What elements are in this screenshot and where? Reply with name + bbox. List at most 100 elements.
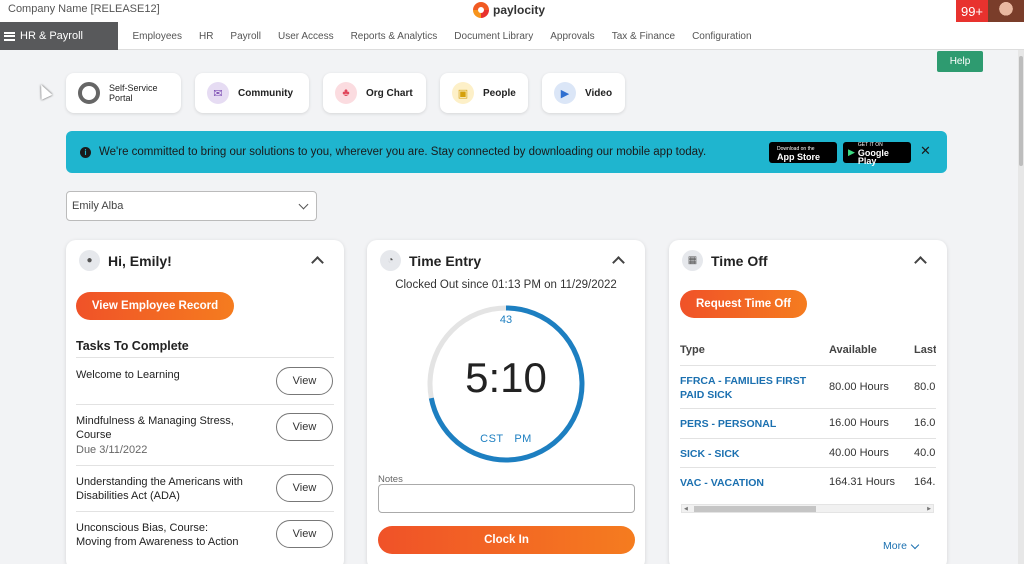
quick-link-video[interactable]: ▶ Video [542,73,625,113]
banner-message: We're committed to bring our solutions t… [99,146,707,158]
chevron-up-icon[interactable] [914,256,927,269]
card-header: ◔ Time Entry [380,250,481,271]
main-nav: HR & Payroll Employees HR Payroll User A… [0,22,1024,50]
chevron-up-icon[interactable] [612,256,625,269]
notifications-badge[interactable]: 99+ [956,0,988,22]
list-item: Understanding the Americans with Disabil… [76,465,334,511]
time-off-type-link[interactable]: VAC - VACATION [680,476,764,490]
nav-item-employees[interactable]: Employees [124,31,190,42]
google-play-label: Google Play [857,147,889,166]
column-header-available: Available [829,344,877,356]
view-button[interactable]: View [276,367,333,395]
last-value: 16.0 [914,417,936,429]
community-icon: ✉ [207,82,229,104]
scroll-left-icon[interactable]: ◀ [684,506,688,512]
available-hours: 16.00 Hours [829,417,889,429]
list-item: Welcome to Learning View [76,357,334,404]
module-switcher[interactable]: HR & Payroll [0,22,118,50]
more-label: More [883,540,907,552]
table-row: FFRCA - FAMILIES FIRST PAID SICK 80.00 H… [680,365,936,408]
time-off-type-link[interactable]: SICK - SICK [680,447,740,461]
time-off-type-link[interactable]: FFRCA - FAMILIES FIRST PAID SICK [680,374,820,402]
time-off-type-link[interactable]: PERS - PERSONAL [680,417,776,431]
view-button[interactable]: View [276,520,333,548]
clock-icon: ◔ [380,250,401,271]
paylocity-logo-icon [473,2,489,18]
current-time: 5:10 [465,354,547,401]
last-value: 164. [914,476,936,488]
quick-link-org-chart[interactable]: ♣ Org Chart [323,73,426,113]
time-off-title: Time Off [711,252,768,269]
timezone-label: CST PM [367,433,645,445]
last-value: 40.0 [914,447,936,459]
top-header: Company Name [RELEASE12] paylocity 99+ [0,0,1024,22]
time-entry-title: Time Entry [409,252,482,269]
page-scrollbar-thumb[interactable] [1019,56,1023,166]
app-store-button[interactable]: Download on the App Store [769,142,837,163]
nav-item-reports[interactable]: Reports & Analytics [342,31,446,42]
chevron-down-icon [910,540,920,549]
google-play-text: GET IT ON Google Play [857,141,906,166]
timezone: CST [480,433,504,445]
paylocity-logo[interactable]: paylocity [473,0,545,20]
table-row: VAC - VACATION 164.31 Hours 164. [680,467,936,497]
list-item: Mindfulness & Managing Stress, Course Du… [76,404,334,465]
last-value: 80.0 [914,381,936,393]
mouse-cursor-icon [35,82,53,100]
page-scrollbar[interactable] [1018,50,1024,564]
chevron-up-icon[interactable] [311,256,324,269]
nav-item-hr[interactable]: HR [190,31,221,42]
greeting-title: Hi, Emily! [108,252,172,269]
task-due-date: Due 3/11/2022 [76,444,148,456]
card-header: ● Hi, Emily! [79,250,172,271]
quick-link-label: Community [238,87,293,99]
dial-minute-marker: 43 [499,314,513,326]
nav-item-approvals[interactable]: Approvals [542,31,603,42]
available-hours: 164.31 Hours [829,476,896,488]
org-chart-icon: ♣ [335,82,357,104]
request-time-off-button[interactable]: Request Time Off [680,290,807,318]
app-store-label: App Store [777,151,821,162]
quick-link-self-service[interactable]: Self-Service Portal [66,73,181,113]
view-button[interactable]: View [276,474,333,502]
scrollbar-thumb[interactable] [694,506,816,512]
hamburger-menu-icon [4,31,15,41]
clock-in-button[interactable]: Clock In [378,526,635,554]
help-button[interactable]: Help [937,51,983,72]
table-row: PERS - PERSONAL 16.00 Hours 16.0 [680,408,936,438]
view-employee-record-button[interactable]: View Employee Record [76,292,234,320]
quick-links: Self-Service Portal ✉ Community ♣ Org Ch… [66,73,625,113]
task-title: Unconscious Bias, Course: Moving from Aw… [76,522,239,548]
company-name: Company Name [RELEASE12] [8,3,160,15]
greeting-card: ● Hi, Emily! View Employee Record Tasks … [66,240,344,564]
more-link[interactable]: More [883,540,920,552]
horizontal-scrollbar[interactable]: ◀ ▶ [681,504,934,513]
close-icon[interactable]: ✕ [920,143,931,159]
nav-item-user-access[interactable]: User Access [270,31,343,42]
user-avatar[interactable] [988,0,1024,22]
logo-text: paylocity [493,3,546,17]
google-play-icon: ▶ [848,147,855,157]
time-entry-card: ◔ Time Entry Clocked Out since 01:13 PM … [367,240,645,564]
chevron-down-icon [298,199,309,210]
nav-item-configuration[interactable]: Configuration [684,31,760,42]
tasks-title: Tasks To Complete [76,339,189,353]
google-play-button[interactable]: ▶ GET IT ON Google Play [843,141,911,166]
nav-item-payroll[interactable]: Payroll [222,31,270,42]
quick-link-label: People [483,87,516,99]
employee-select[interactable]: Emily Alba [66,191,317,221]
quick-link-label: Org Chart [366,87,413,99]
mobile-app-banner: i We're committed to bring our solutions… [66,131,947,173]
nav-item-tax-finance[interactable]: Tax & Finance [603,31,683,42]
time-off-card: ▦ Time Off Request Time Off Type Availab… [669,240,947,564]
nav-items: Employees HR Payroll User Access Reports… [124,22,760,50]
notes-input[interactable] [378,484,635,513]
view-button[interactable]: View [276,413,333,441]
scroll-right-icon[interactable]: ▶ [927,506,931,512]
quick-link-community[interactable]: ✉ Community [195,73,309,113]
available-hours: 40.00 Hours [829,447,889,459]
card-header: ▦ Time Off [682,250,768,271]
module-label: HR & Payroll [20,30,83,42]
nav-item-document-library[interactable]: Document Library [446,31,542,42]
quick-link-people[interactable]: ▣ People [440,73,528,113]
